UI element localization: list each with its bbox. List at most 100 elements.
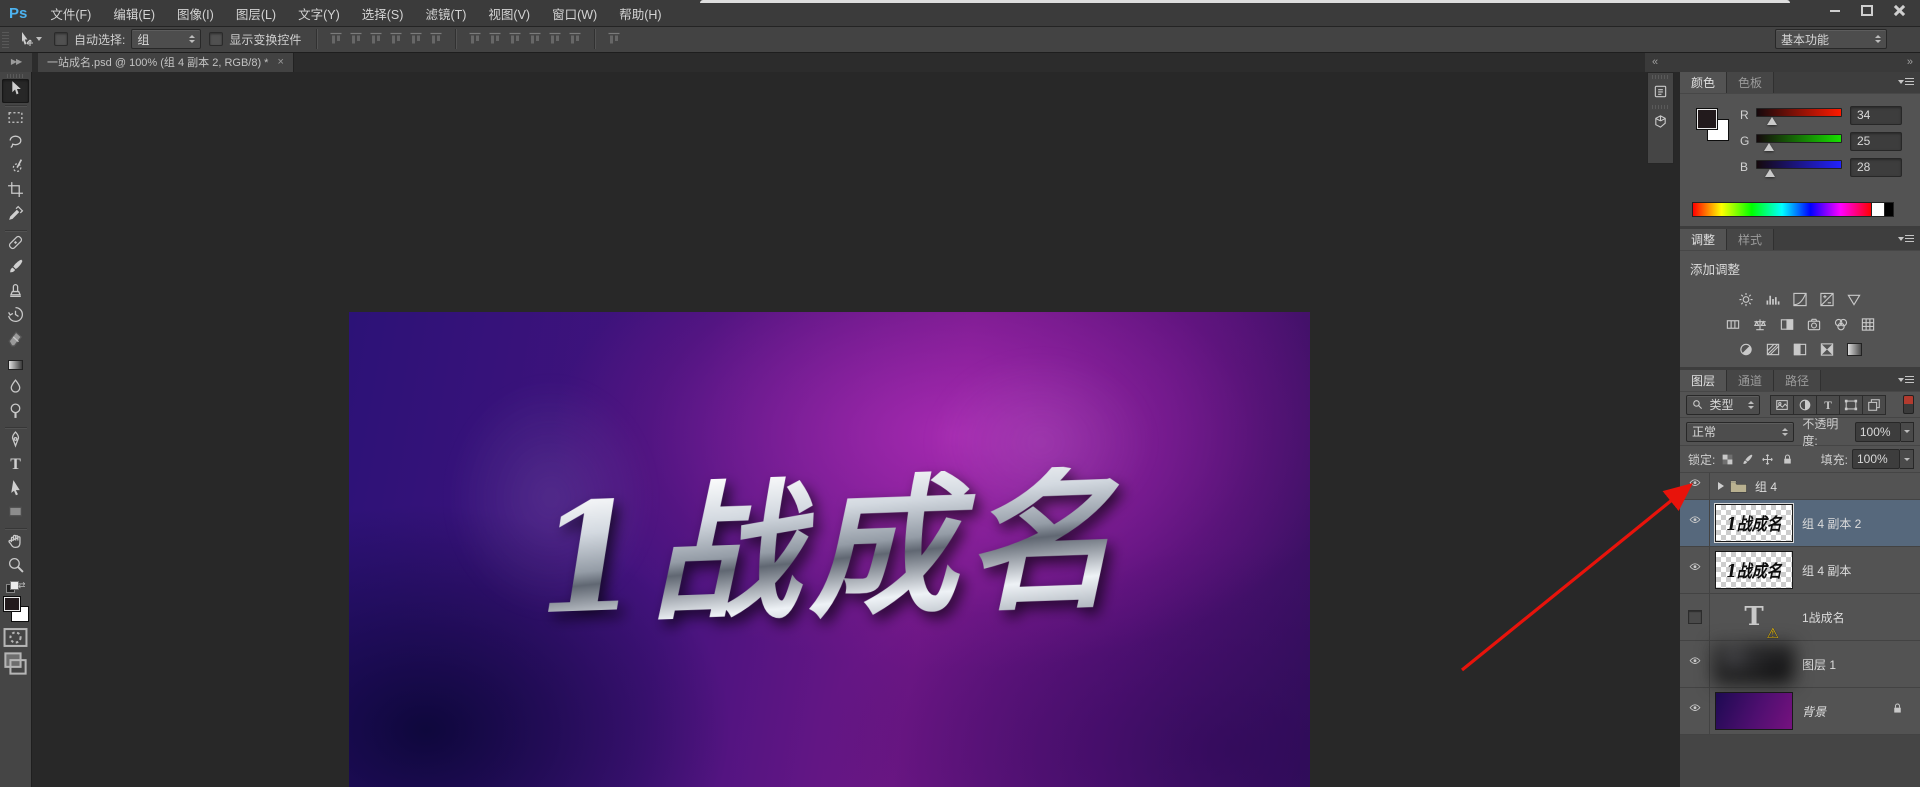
tab-adjustments[interactable]: 调整: [1680, 229, 1728, 250]
tab-styles[interactable]: 样式: [1727, 229, 1775, 250]
menu-item-3[interactable]: 图像(I): [166, 0, 225, 28]
history-panel-icon[interactable]: [1650, 82, 1671, 101]
color-spectrum-ramp[interactable]: [1692, 201, 1872, 217]
channel-slider[interactable]: [1756, 159, 1842, 177]
3d-panel-icon[interactable]: [1650, 112, 1671, 131]
quick-mask-button[interactable]: [2, 626, 29, 648]
brightness-contrast-icon[interactable]: [1737, 291, 1755, 307]
channel-slider[interactable]: [1756, 133, 1842, 151]
selective-color-icon[interactable]: [1845, 341, 1863, 357]
channel-value-input[interactable]: 34: [1850, 105, 1902, 125]
layer-visibility-toggle[interactable]: [1680, 547, 1710, 593]
tool-path-selection[interactable]: [2, 478, 29, 502]
levels-icon[interactable]: [1764, 291, 1782, 307]
lock-position-icon[interactable]: [1759, 451, 1776, 467]
tool-history-brush[interactable]: [2, 305, 29, 329]
options-bar-grip[interactable]: [2, 30, 9, 48]
tool-dodge[interactable]: [2, 401, 29, 425]
tool-eyedropper[interactable]: [2, 204, 29, 228]
foreground-color-swatch[interactable]: [2, 596, 21, 612]
channel-value-input[interactable]: 28: [1850, 157, 1902, 177]
distribute-vertical-centers-icon[interactable]: [487, 31, 503, 47]
tab-channels[interactable]: 通道: [1727, 370, 1775, 391]
layer-row[interactable]: 1战成名组 4 副本: [1680, 547, 1920, 594]
document-canvas[interactable]: 1战成名: [349, 312, 1310, 787]
layer-visibility-toggle[interactable]: [1680, 594, 1710, 640]
layer-row[interactable]: 背景: [1680, 688, 1920, 735]
auto-select-target-dropdown[interactable]: 组: [131, 29, 202, 49]
layer-thumbnail[interactable]: [1715, 645, 1793, 683]
opacity-dropdown-arrow[interactable]: [1900, 421, 1915, 442]
hue-saturation-icon[interactable]: [1724, 316, 1742, 332]
layer-thumbnail[interactable]: [1715, 692, 1793, 730]
filter-type-dropdown[interactable]: 类型: [1686, 394, 1760, 415]
align-horizontal-centers-icon[interactable]: [408, 31, 424, 47]
tool-lasso[interactable]: [2, 132, 29, 156]
slider-thumb[interactable]: [1766, 116, 1777, 125]
color-balance-icon[interactable]: [1751, 316, 1769, 332]
layer-thumbnail[interactable]: 1战成名: [1715, 504, 1793, 542]
align-left-edges-icon[interactable]: [388, 31, 404, 47]
filter-smart-object-icon[interactable]: [1862, 394, 1886, 415]
workspace-switcher[interactable]: 基本功能: [1775, 29, 1887, 49]
layer-visibility-toggle[interactable]: [1680, 500, 1710, 546]
filter-type-icon[interactable]: T: [1816, 394, 1839, 415]
swap-colors-icon[interactable]: ⇄: [5, 581, 26, 593]
slider-thumb[interactable]: [1764, 142, 1775, 151]
distribute-right-edges-icon[interactable]: [567, 31, 583, 47]
fill-dropdown-arrow[interactable]: [1900, 449, 1914, 469]
tool-move[interactable]: [2, 79, 29, 103]
layer-thumbnail[interactable]: 1战成名: [1715, 551, 1793, 589]
channel-mixer-icon[interactable]: [1832, 316, 1850, 332]
tool-crop[interactable]: [2, 180, 29, 204]
show-transform-controls-checkbox[interactable]: [209, 32, 224, 46]
layer-filter-toggle[interactable]: [1903, 395, 1914, 414]
toolbar-collapse-chevron[interactable]: ▶▶: [0, 52, 32, 72]
layer-row[interactable]: T ⚠ 1战成名: [1680, 594, 1920, 641]
align-top-edges-icon[interactable]: [328, 31, 344, 47]
menu-item-6[interactable]: 选择(S): [351, 0, 415, 28]
menu-item-2[interactable]: 编辑(E): [102, 0, 166, 28]
distribute-bottom-edges-icon[interactable]: [507, 31, 523, 47]
strip-grip[interactable]: [1651, 105, 1670, 109]
photo-filter-icon[interactable]: [1805, 316, 1823, 332]
tool-spot-healing-brush[interactable]: [2, 233, 29, 257]
distribute-horizontal-centers-icon[interactable]: [547, 31, 563, 47]
layer-visibility-toggle[interactable]: [1680, 688, 1710, 734]
tab-layers[interactable]: 图层: [1680, 370, 1728, 391]
panel-menu-icon[interactable]: [1898, 77, 1914, 88]
filter-shape-icon[interactable]: [1839, 394, 1862, 415]
distribute-left-edges-icon[interactable]: [527, 31, 543, 47]
menu-item-10[interactable]: 帮助(H): [608, 0, 672, 28]
posterize-icon[interactable]: [1764, 341, 1782, 357]
layer-visibility-toggle[interactable]: [1680, 473, 1710, 499]
auto-align-layers-icon[interactable]: [606, 31, 622, 47]
menu-item-9[interactable]: 窗口(W): [541, 0, 608, 28]
align-vertical-centers-icon[interactable]: [348, 31, 364, 47]
tab-close-icon[interactable]: ×: [277, 56, 283, 68]
strip-grip[interactable]: [1651, 75, 1670, 79]
collapse-panels-icon[interactable]: «: [1652, 56, 1658, 68]
blend-mode-dropdown[interactable]: 正常: [1686, 421, 1795, 442]
color-lookup-icon[interactable]: [1859, 316, 1877, 332]
move-tool-preset[interactable]: [14, 31, 46, 47]
text-layer-thumbnail[interactable]: T ⚠: [1715, 602, 1793, 640]
black-swatch[interactable]: [1885, 201, 1894, 217]
tool-pen[interactable]: [2, 430, 29, 454]
menu-item-8[interactable]: 视图(V): [477, 0, 541, 28]
menu-item-1[interactable]: 文件(F): [39, 0, 102, 28]
curves-icon[interactable]: [1791, 291, 1809, 307]
align-right-edges-icon[interactable]: [428, 31, 444, 47]
expand-panels-icon[interactable]: »: [1907, 56, 1913, 68]
close-button[interactable]: [1886, 3, 1912, 18]
menu-item-4[interactable]: 图层(L): [225, 0, 287, 28]
panel-menu-icon[interactable]: [1898, 375, 1914, 386]
restore-button[interactable]: [1854, 3, 1880, 18]
tab-paths[interactable]: 路径: [1774, 370, 1822, 391]
lock-transparency-icon[interactable]: [1719, 451, 1736, 467]
lock-all-icon[interactable]: [1779, 451, 1796, 467]
tab-swatches[interactable]: 色板: [1727, 72, 1775, 93]
tool-hand[interactable]: [2, 531, 29, 555]
minimize-button[interactable]: [1822, 3, 1848, 18]
tool-type[interactable]: T: [2, 454, 29, 478]
